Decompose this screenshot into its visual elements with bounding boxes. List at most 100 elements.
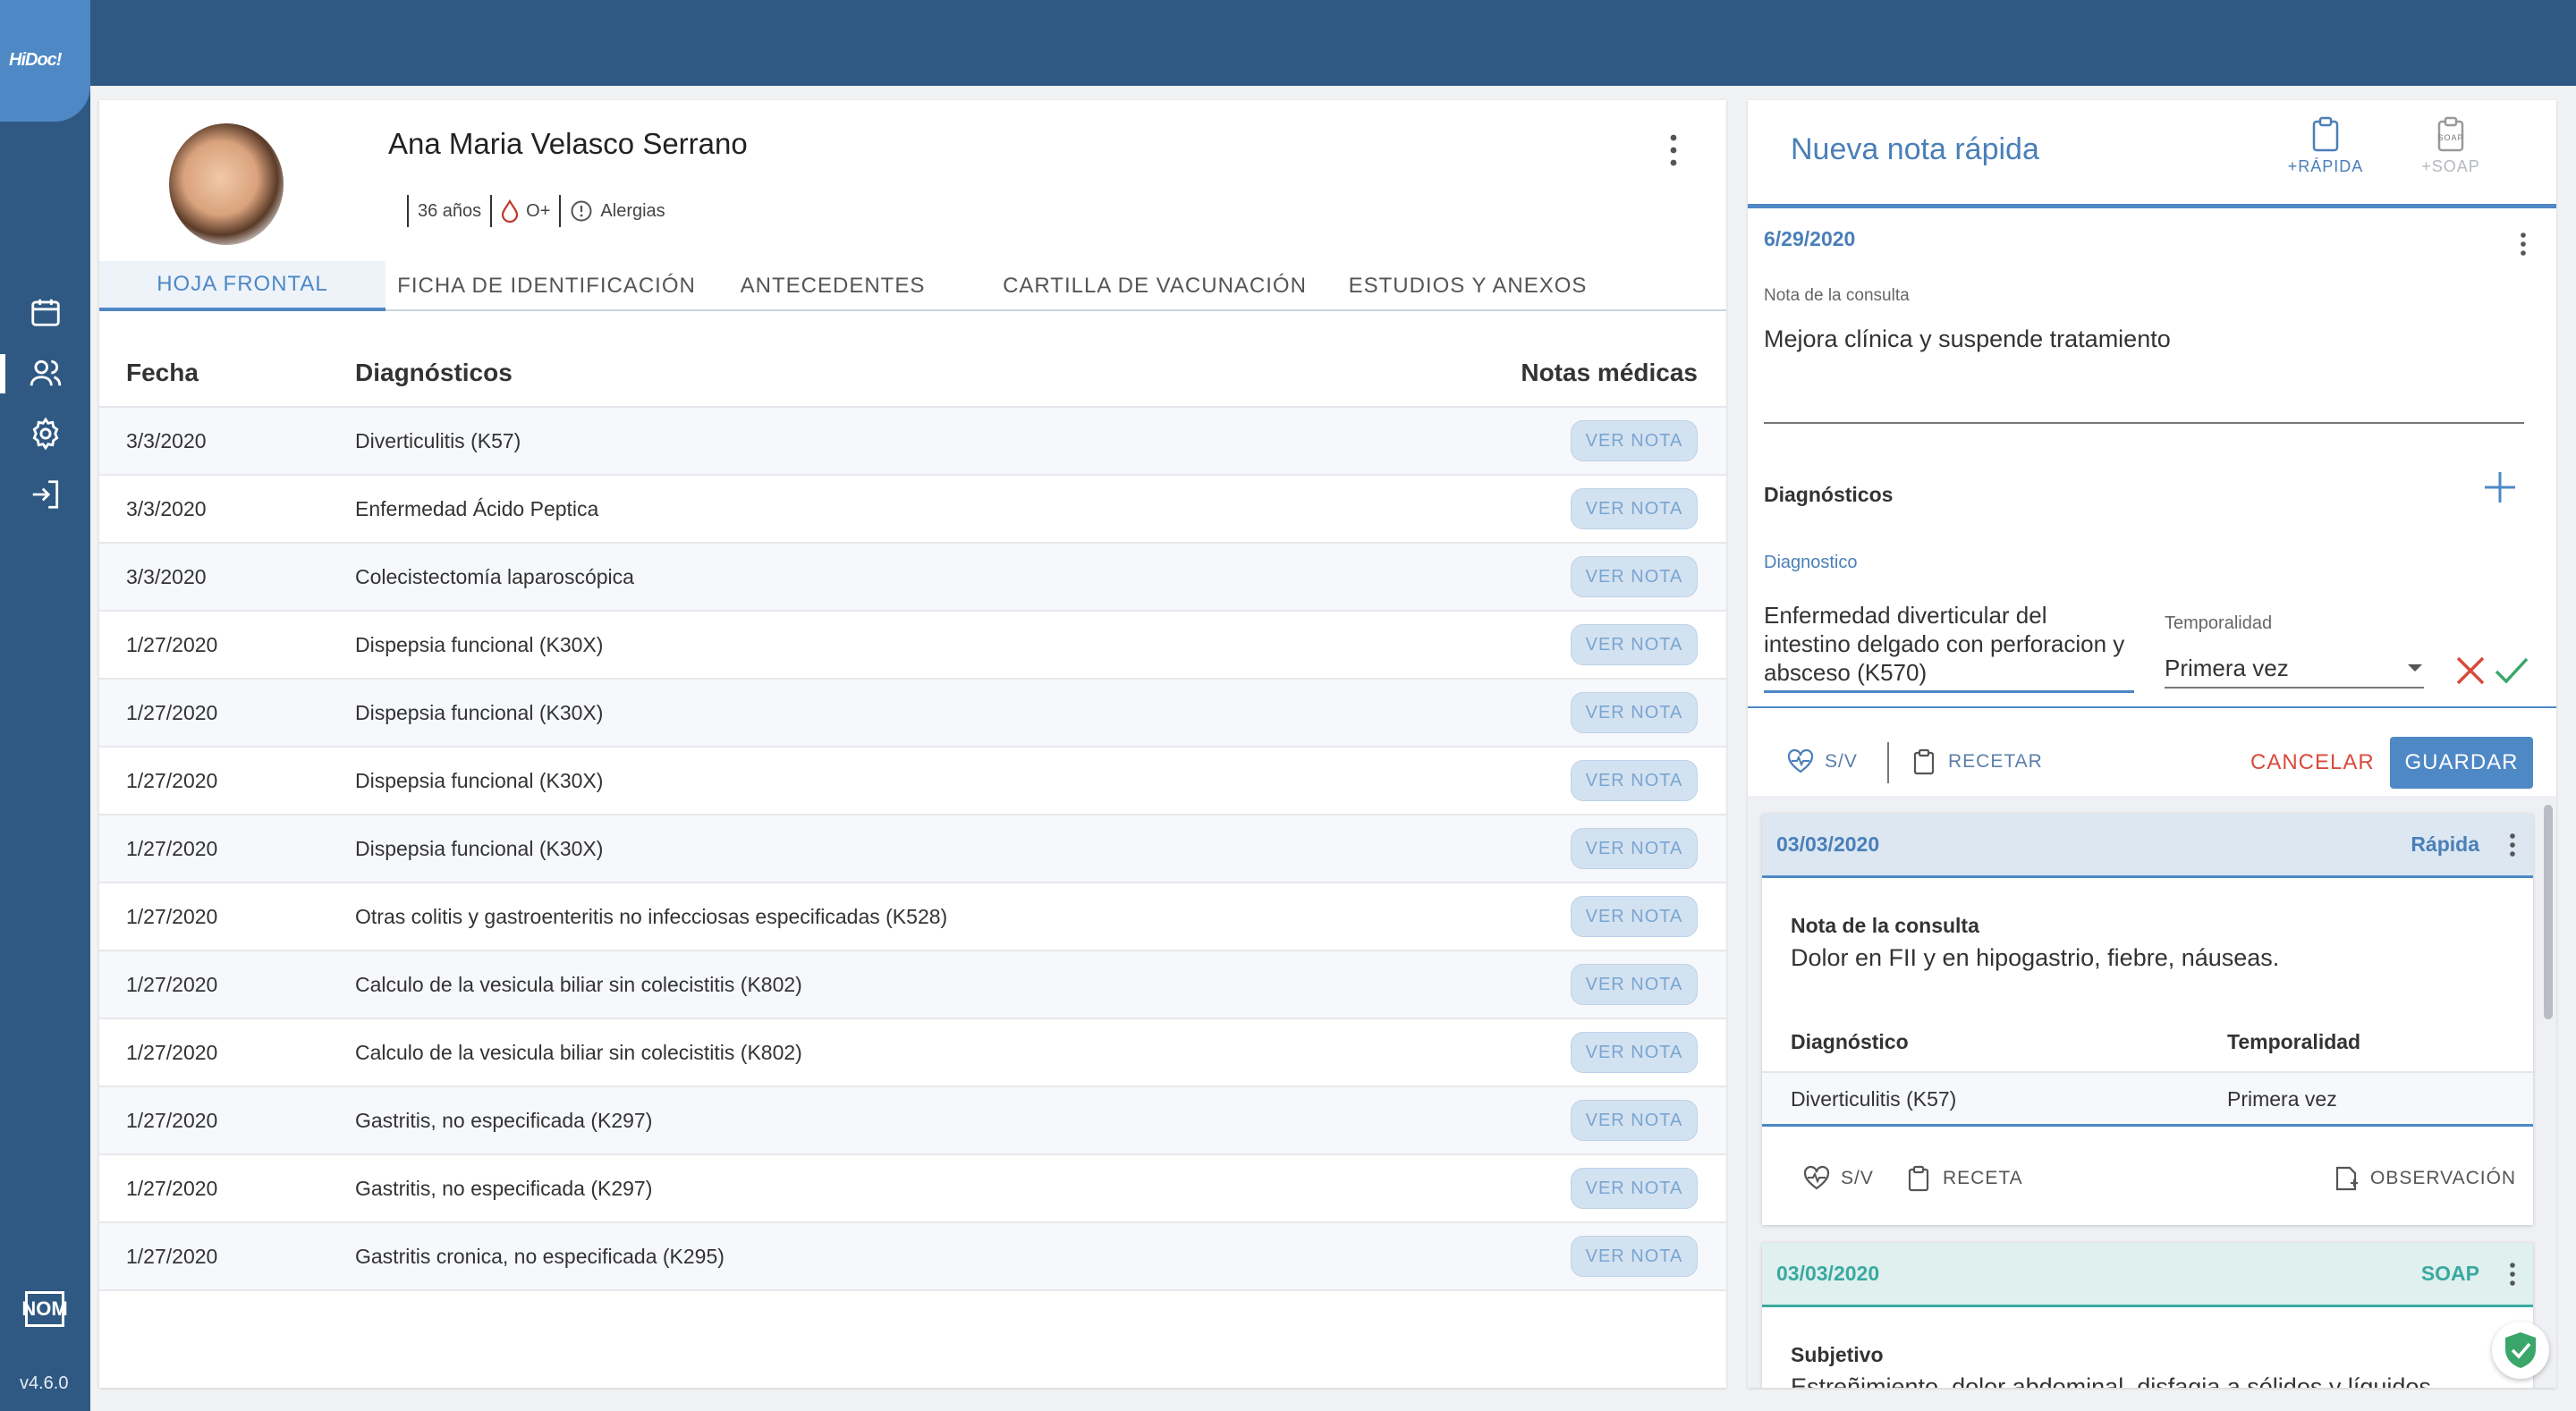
row-note-cell: VER NOTA: [1458, 488, 1726, 529]
alert-circle-icon: [571, 200, 592, 222]
table-header: Fecha Diagnósticos Notas médicas: [99, 340, 1726, 408]
row-date: 1/27/2020: [126, 972, 218, 996]
action-separator: [1887, 742, 1889, 783]
tab-ficha-identificacion[interactable]: FICHA DE IDENTIFICACIÓN: [386, 261, 708, 311]
row-date: 1/27/2020: [126, 700, 218, 724]
heart-pulse-icon: [1787, 748, 1814, 773]
logo-text: HiDoc!: [9, 50, 62, 70]
tab-antecedentes[interactable]: ANTECEDENTES: [708, 261, 958, 311]
security-shield-button[interactable]: [2492, 1322, 2549, 1379]
recetar-button[interactable]: RECETAR: [1911, 721, 2043, 803]
blood-type: O+: [501, 199, 550, 223]
add-diagnosis-plus-icon[interactable]: [2479, 467, 2521, 508]
quick-note-panel: Nueva nota rápida +RÁPIDA SOAP +SOAP 6/2…: [1748, 100, 2556, 1388]
clipboard-icon: [2312, 116, 2339, 152]
tab-cartilla-vacunacion[interactable]: CARTILLA DE VACUNACIÓN: [994, 261, 1316, 311]
history-sv-button[interactable]: S/V: [1803, 1137, 1874, 1220]
table-row: 1/27/2020 Dispepsia funcional (K30X) VER N…: [99, 612, 1726, 680]
signos-vitales-button[interactable]: S/V: [1787, 721, 1858, 803]
row-diagnosis: Gastritis, no especificada (K297): [355, 1108, 653, 1132]
tab-estudios-anexos[interactable]: ESTUDIOS Y ANEXOS: [1334, 261, 1602, 311]
ver-nota-button[interactable]: VER NOTA: [1571, 420, 1698, 461]
note-date: 6/29/2020: [1764, 227, 1856, 250]
save-button[interactable]: GUARDAR: [2390, 737, 2533, 789]
history-diag-row: Diverticulitis (K57) Primera vez: [1762, 1071, 2533, 1127]
history-card-header: 03/03/2020 SOAP: [1762, 1243, 2533, 1307]
nota-consulta-input[interactable]: Mejora clínica y suspende tratamiento: [1764, 325, 2171, 353]
table-row: 3/3/2020 Enfermedad Ácido Peptica VER NOTA: [99, 476, 1726, 544]
ver-nota-button[interactable]: VER NOTA: [1571, 1100, 1698, 1141]
table-row: 3/3/2020 Colecistectomía laparoscópica VER…: [99, 544, 1726, 612]
remove-diagnosis-x-icon[interactable]: [2454, 655, 2487, 687]
row-note-cell: VER NOTA: [1458, 1100, 1726, 1141]
row-diagnosis: Calculo de la vesicula biliar sin coleci…: [355, 972, 802, 996]
row-note-cell: VER NOTA: [1458, 828, 1726, 869]
row-diagnosis: Colecistectomía laparoscópica: [355, 564, 634, 588]
top-bar: [0, 0, 2576, 86]
history-card-rapida: 03/03/2020 Rápida Nota de la consulta Do…: [1762, 814, 2533, 1225]
blood-drop-icon: [502, 199, 519, 223]
add-soap-button[interactable]: SOAP +SOAP: [2406, 116, 2496, 176]
ver-nota-button[interactable]: VER NOTA: [1571, 1236, 1698, 1277]
row-diagnosis: Gastritis, no especificada (K297): [355, 1176, 653, 1200]
note-actions: S/V RECETAR CANCELAR GUARDAR: [1748, 721, 2556, 803]
row-date: 3/3/2020: [126, 564, 207, 588]
history-card-actions: S/V RECETA OBSERVACIÓN: [1762, 1137, 2533, 1225]
logout-icon[interactable]: [25, 474, 66, 515]
nota-underline: [1764, 422, 2524, 424]
row-date: 1/27/2020: [126, 768, 218, 792]
row-note-cell: VER NOTA: [1458, 1032, 1726, 1073]
more-vertical-icon[interactable]: [2517, 231, 2529, 258]
cancel-button[interactable]: CANCELAR: [2250, 742, 2375, 783]
history-receta-button[interactable]: RECETA: [1905, 1137, 2023, 1220]
row-note-cell: VER NOTA: [1458, 624, 1726, 665]
patients-icon[interactable]: [25, 352, 66, 393]
row-date: 1/27/2020: [126, 1176, 218, 1200]
history-temp-header: Temporalidad: [2227, 1030, 2361, 1053]
ver-nota-button[interactable]: VER NOTA: [1571, 896, 1698, 937]
active-indicator: [0, 354, 5, 393]
table-row: 1/27/2020 Dispepsia funcional (K30X) VER N…: [99, 680, 1726, 748]
table-row: 1/27/2020 Calculo de la vesicula biliar s…: [99, 1019, 1726, 1087]
ver-nota-button[interactable]: VER NOTA: [1571, 556, 1698, 597]
confirm-diagnosis-check-icon[interactable]: [2494, 655, 2529, 687]
ver-nota-button[interactable]: VER NOTA: [1571, 1168, 1698, 1209]
more-vertical-icon[interactable]: [2506, 832, 2519, 858]
panel-scrollbar[interactable]: [2544, 805, 2553, 1019]
more-vertical-icon[interactable]: [2506, 1261, 2519, 1288]
ver-nota-button[interactable]: VER NOTA: [1571, 760, 1698, 801]
clipboard-icon: [1908, 1165, 1929, 1192]
ver-nota-button[interactable]: VER NOTA: [1571, 624, 1698, 665]
add-rapida-label: +RÁPIDA: [2287, 157, 2364, 175]
temporalidad-select[interactable]: Primera vez: [2165, 649, 2424, 689]
tab-hoja-frontal[interactable]: HOJA FRONTAL: [99, 261, 386, 311]
diagnostico-input[interactable]: Enfermedad diverticular del intestino de…: [1764, 601, 2134, 693]
calendar-icon[interactable]: [25, 291, 66, 333]
header-diagnosticos: Diagnósticos: [355, 359, 513, 386]
allergies[interactable]: Alergias: [570, 199, 665, 223]
ver-nota-button[interactable]: VER NOTA: [1571, 692, 1698, 733]
app-logo[interactable]: HiDoc!: [0, 0, 90, 122]
history-observacion-button[interactable]: OBSERVACIÓN: [2333, 1137, 2516, 1220]
row-note-cell: VER NOTA: [1458, 692, 1726, 733]
history-subjetivo-label: Subjetivo: [1791, 1343, 1884, 1366]
table-row: 3/3/2020 Diverticulitis (K57) VER NOTA: [99, 408, 1726, 476]
ver-nota-button[interactable]: VER NOTA: [1571, 488, 1698, 529]
row-diagnosis: Calculo de la vesicula biliar sin coleci…: [355, 1040, 802, 1064]
ver-nota-button[interactable]: VER NOTA: [1571, 964, 1698, 1005]
meta-separator: [559, 195, 562, 227]
ver-nota-button[interactable]: VER NOTA: [1571, 828, 1698, 869]
shield-check-icon: [2505, 1332, 2536, 1368]
ver-nota-button[interactable]: VER NOTA: [1571, 1032, 1698, 1073]
diagnoses-table: Fecha Diagnósticos Notas médicas 3/3/202…: [99, 340, 1726, 1291]
more-vertical-icon[interactable]: [1665, 131, 1682, 170]
panel-divider: [1748, 204, 2556, 208]
sidebar: HiDoc! NOM v4.6.0: [0, 0, 90, 1411]
heart-pulse-icon: [1803, 1165, 1830, 1190]
add-rapida-button[interactable]: +RÁPIDA: [2281, 116, 2370, 176]
row-date: 1/27/2020: [126, 836, 218, 860]
header-fecha: Fecha: [126, 359, 199, 386]
settings-icon[interactable]: [25, 413, 66, 454]
history-nota-label: Nota de la consulta: [1791, 914, 1979, 937]
row-date: 3/3/2020: [126, 428, 207, 452]
